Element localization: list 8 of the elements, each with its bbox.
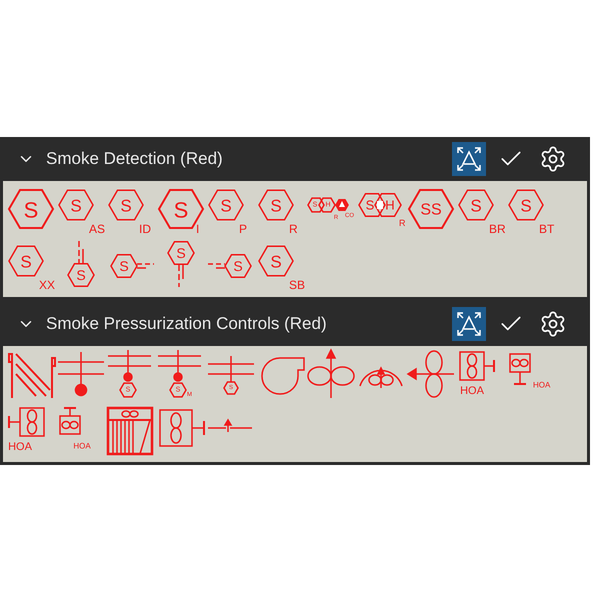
zoom-fit-button[interactable] [452,307,486,341]
settings-icon [539,310,567,338]
section-title: Smoke Pressurization Controls (Red) [46,313,328,336]
fit-view-icon [455,145,483,173]
zoom-fit-button[interactable] [452,142,486,176]
fit-view-icon [455,310,483,338]
section-title: Smoke Detection (Red) [46,148,224,170]
settings-icon [539,145,567,173]
